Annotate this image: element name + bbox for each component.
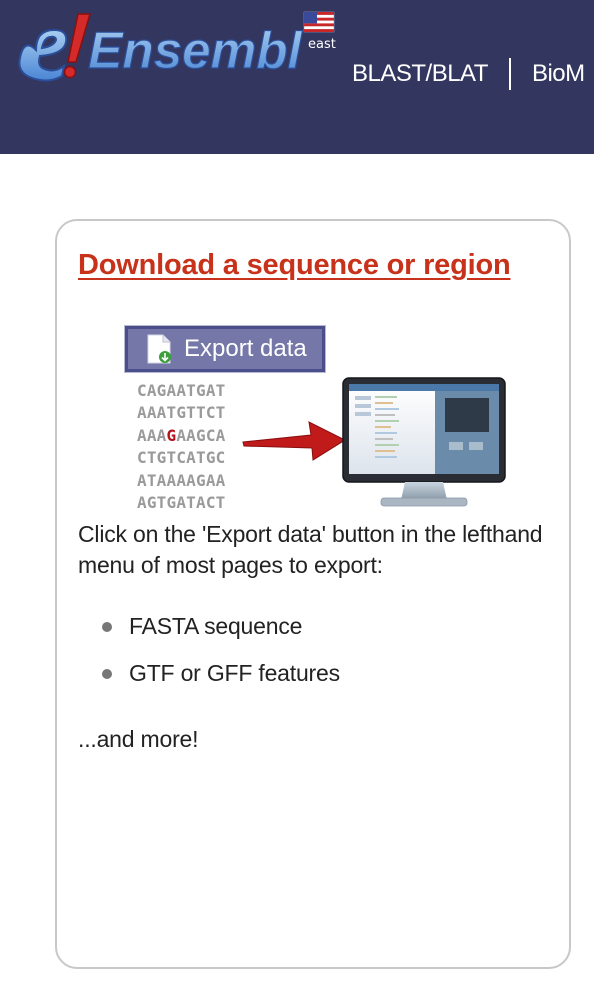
top-nav: BLAST/BLAT BioM	[352, 58, 585, 90]
bullet-icon	[102, 669, 112, 679]
sequence-row: AAATGTTCT	[137, 403, 226, 423]
export-data-button-image: Export data	[124, 325, 326, 373]
logo-exclamation-glyph	[67, 13, 91, 63]
nav-item-biomart[interactable]: BioM	[532, 60, 585, 88]
sequence-suffix: AAGCA	[176, 425, 226, 445]
sequence-prefix: AAA	[137, 425, 167, 445]
export-description: Click on the 'Export data' button in the…	[78, 521, 543, 578]
export-data-button-label: Export data	[184, 335, 307, 362]
sequence-variant-letter: G	[166, 425, 177, 445]
logo-e-glyph	[18, 28, 68, 82]
sequence-row: CAGAATGAT	[137, 381, 226, 400]
sequence-row: AGTGATACT	[137, 493, 226, 513]
and-more-text: ...and more!	[78, 726, 199, 752]
export-data-illustration: Export data CAGAATGAT AAATGTTCT AAAGAAGC…	[123, 318, 515, 514]
ensembl-logo[interactable]: Ensembl east	[6, 10, 341, 90]
ensembl-logo-graphic: Ensembl east	[18, 11, 336, 82]
sequence-row: ATAAAAGAA	[137, 470, 226, 490]
feature-item-fasta: FASTA sequence	[78, 611, 340, 658]
site-header: Ensembl east BLAST/BLAT BioM	[0, 0, 594, 154]
nav-item-blast-blat[interactable]: BLAST/BLAT	[352, 60, 488, 88]
download-sequence-link[interactable]: Download a sequence or region	[78, 249, 511, 282]
feature-item-gtf-gff: GTF or GFF features	[78, 658, 340, 705]
logo-subtitle: east	[308, 37, 336, 52]
logo-wordmark: Ensembl	[88, 22, 303, 80]
sequence-row: CTGTCATGC	[137, 448, 226, 468]
export-feature-list: FASTA sequence GTF or GFF features	[78, 611, 340, 705]
flag-icon	[303, 11, 335, 33]
sequence-row-highlighted: AAAGAAGCA	[137, 425, 226, 447]
monitor-icon	[342, 377, 506, 507]
sequence-list: CAGAATGAT AAATGTTCT AAAGAAGCA CTGTCATGC …	[137, 380, 226, 514]
document-download-icon	[147, 334, 171, 364]
bullet-icon	[102, 622, 112, 632]
feature-label: FASTA sequence	[129, 613, 303, 639]
download-panel: Download a sequence or region Export dat…	[55, 219, 571, 969]
nav-separator	[508, 58, 511, 90]
feature-label: GTF or GFF features	[129, 660, 340, 686]
right-arrow-icon	[242, 421, 347, 461]
